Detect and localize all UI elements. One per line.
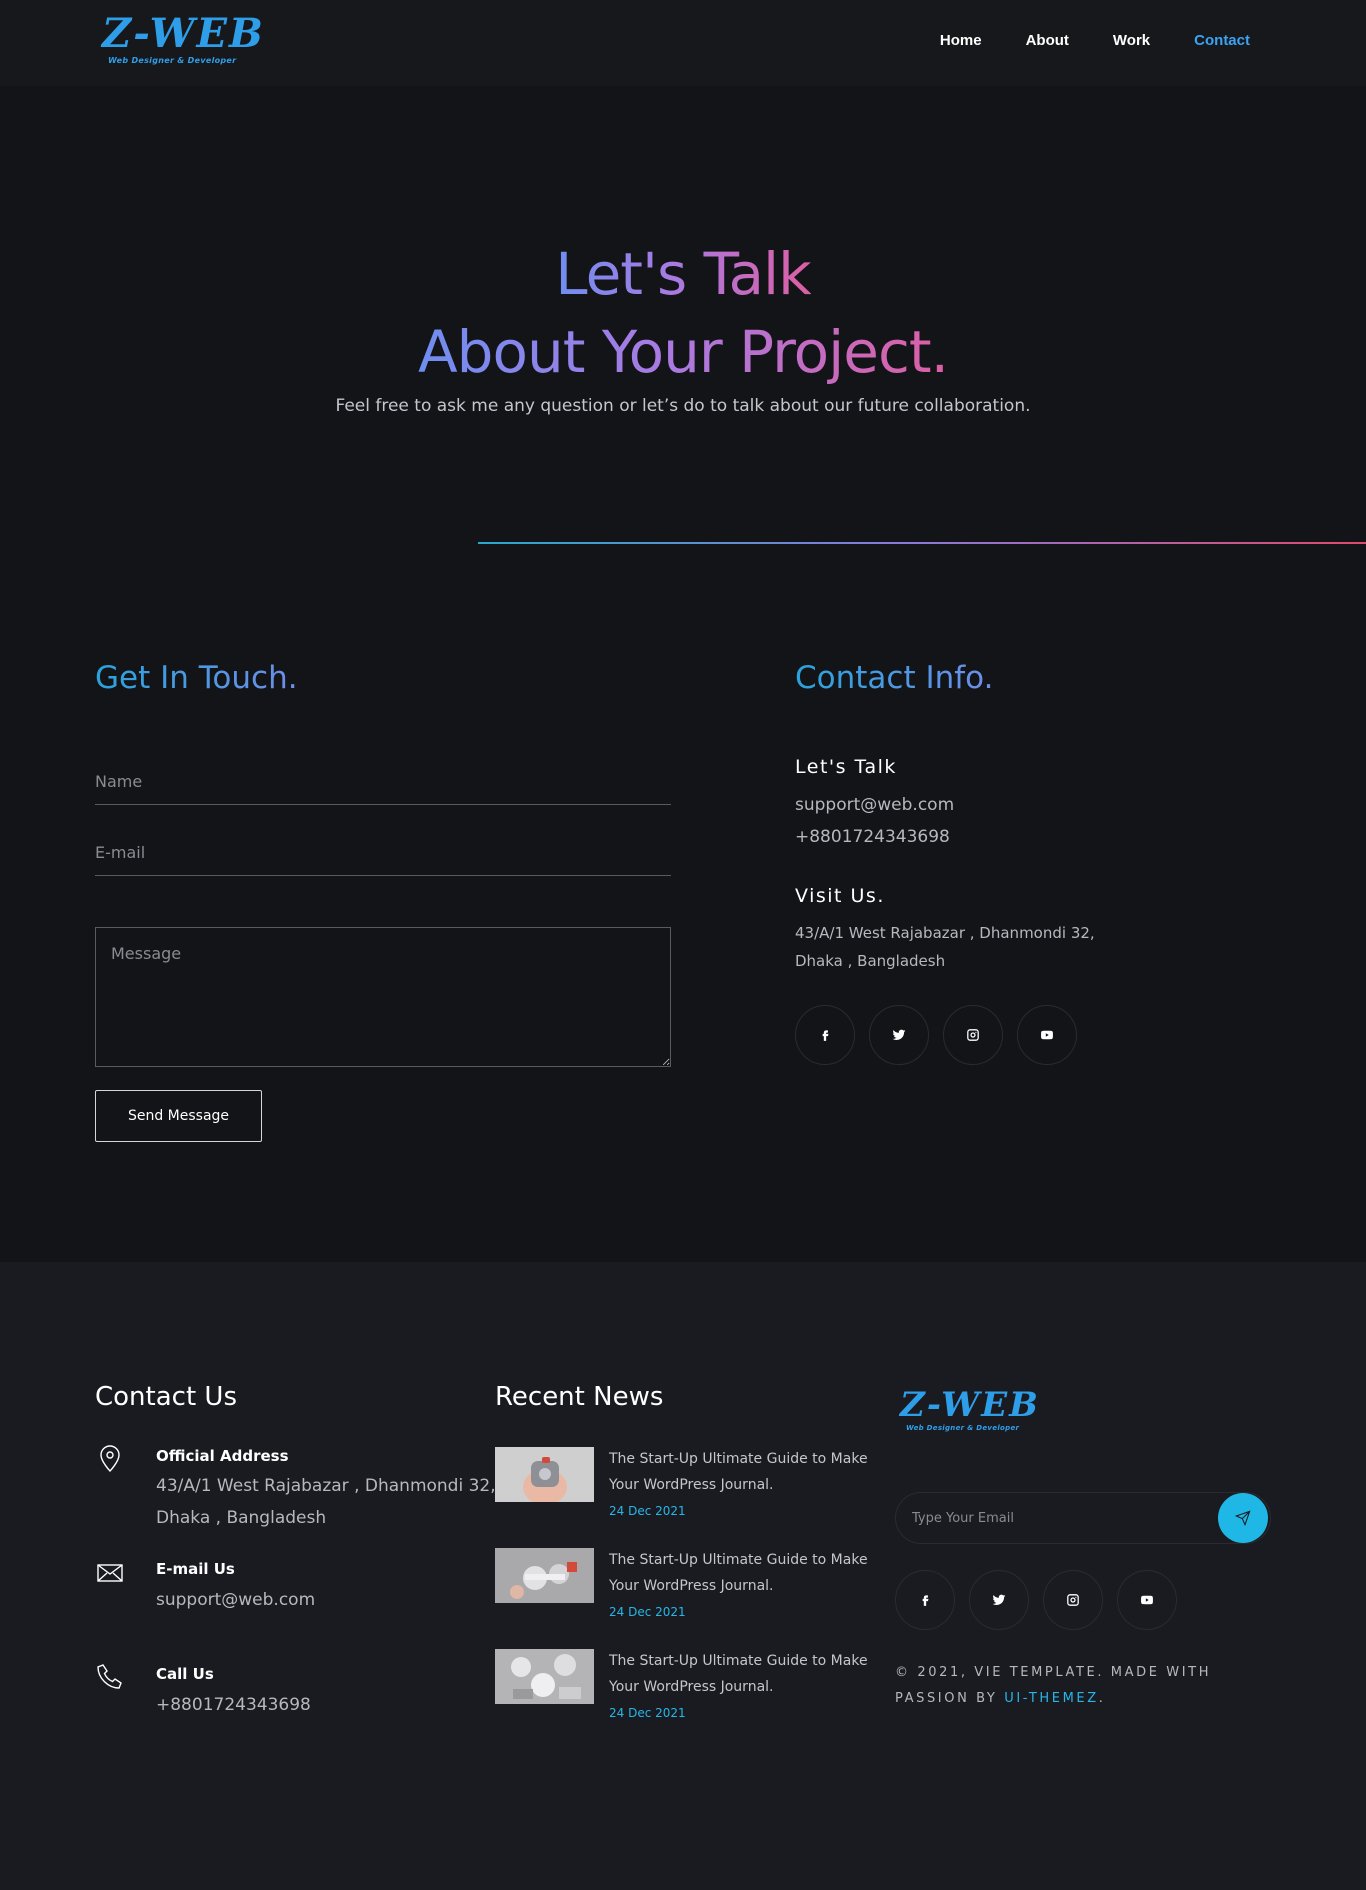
- twitter-link[interactable]: [969, 1570, 1029, 1630]
- instagram-link[interactable]: [1043, 1570, 1103, 1630]
- logo-text: Z-WEB: [102, 10, 265, 57]
- news-date: 24 Dec 2021: [609, 1504, 686, 1518]
- copyright-line1: © 2021, VIE TEMPLATE. MADE WITH: [895, 1665, 1212, 1680]
- footer-logo[interactable]: Z-WEB Web Designer & Developer: [900, 1386, 1060, 1446]
- recent-news-title: Recent News: [495, 1382, 664, 1412]
- instagram-link[interactable]: [943, 1005, 1003, 1065]
- news-title-line2[interactable]: Your WordPress Journal.: [609, 1472, 869, 1498]
- copyright-line2: PASSION BY UI-THEMEZ.: [895, 1691, 1106, 1706]
- site-logo[interactable]: Z-WEB Web Designer & Developer: [102, 12, 272, 72]
- info-phone[interactable]: +8801724343698: [795, 827, 950, 847]
- footer-social-links: [895, 1570, 1191, 1630]
- logo-tagline: Web Designer & Developer: [108, 56, 237, 65]
- send-icon: [1235, 1510, 1251, 1526]
- copyright-brand-link[interactable]: UI-THEMEZ: [1004, 1691, 1099, 1706]
- news-title-line2[interactable]: Your WordPress Journal.: [609, 1573, 869, 1599]
- nav-about[interactable]: About: [1026, 32, 1069, 49]
- footer-phone[interactable]: +8801724343698: [156, 1689, 311, 1721]
- gradient-divider: [478, 542, 1366, 544]
- facebook-icon: [922, 1595, 929, 1606]
- subscribe-button[interactable]: [1218, 1493, 1268, 1543]
- copyright: © 2021, VIE TEMPLATE. MADE WITH PASSION …: [895, 1660, 1235, 1712]
- name-input[interactable]: [95, 759, 671, 805]
- hero-subtitle: Feel free to ask me any question or let’…: [335, 396, 1031, 416]
- youtube-icon: [1041, 1030, 1053, 1040]
- twitter-link[interactable]: [869, 1005, 929, 1065]
- footer-email[interactable]: support@web.com: [156, 1584, 315, 1616]
- lets-talk-heading: Let's Talk: [795, 756, 897, 778]
- hero-title-line1: Let's Talk: [555, 240, 811, 308]
- location-icon: [95, 1443, 125, 1473]
- youtube-link[interactable]: [1117, 1570, 1177, 1630]
- twitter-icon: [992, 1594, 1006, 1606]
- subscribe-email-input[interactable]: [912, 1493, 1212, 1543]
- youtube-icon: [1141, 1595, 1153, 1605]
- email-input[interactable]: [95, 830, 671, 876]
- news-thumbnail[interactable]: [495, 1447, 594, 1502]
- news-thumbnail[interactable]: [495, 1649, 594, 1704]
- news-thumbnail[interactable]: [495, 1548, 594, 1603]
- news-title-line1[interactable]: The Start-Up Ultimate Guide to Make: [609, 1547, 869, 1573]
- footer-address-line1: 43/A/1 West Rajabazar , Dhanmondi 32,: [156, 1476, 496, 1496]
- phone-icon: [95, 1662, 125, 1692]
- instagram-icon: [967, 1029, 979, 1041]
- nav-work[interactable]: Work: [1113, 32, 1150, 49]
- facebook-link[interactable]: [895, 1570, 955, 1630]
- mail-icon: [95, 1558, 125, 1588]
- message-textarea[interactable]: [95, 927, 671, 1067]
- subscribe-form: [895, 1492, 1271, 1544]
- top-nav: Z-WEB Web Designer & Developer Home Abou…: [0, 0, 1366, 86]
- send-message-button[interactable]: Send Message: [95, 1090, 262, 1142]
- footer-address-line2: Dhaka , Bangladesh: [156, 1508, 327, 1528]
- get-in-touch-title: Get In Touch.: [95, 660, 298, 696]
- facebook-icon: [822, 1030, 829, 1041]
- official-address-label: Official Address: [156, 1447, 289, 1465]
- main-menu: Home About Work Contact: [896, 32, 1250, 49]
- nav-home[interactable]: Home: [940, 32, 982, 49]
- info-email[interactable]: support@web.com: [795, 795, 954, 815]
- call-us-label: Call Us: [156, 1665, 214, 1683]
- facebook-link[interactable]: [795, 1005, 855, 1065]
- footer-contact-title: Contact Us: [95, 1382, 237, 1412]
- news-date: 24 Dec 2021: [609, 1605, 686, 1619]
- twitter-icon: [892, 1029, 906, 1041]
- news-title-line1[interactable]: The Start-Up Ultimate Guide to Make: [609, 1648, 869, 1674]
- nav-contact[interactable]: Contact: [1194, 32, 1250, 49]
- email-us-label: E-mail Us: [156, 1560, 235, 1578]
- footer-logo-text: Z-WEB: [900, 1385, 1040, 1425]
- contact-social-links: [795, 1005, 1091, 1065]
- instagram-icon: [1067, 1594, 1079, 1606]
- footer-logo-tagline: Web Designer & Developer: [906, 1424, 1020, 1432]
- hero-title-line2: About Your Project.: [417, 318, 949, 386]
- news-title-line2[interactable]: Your WordPress Journal.: [609, 1674, 869, 1700]
- youtube-link[interactable]: [1017, 1005, 1077, 1065]
- news-date: 24 Dec 2021: [609, 1706, 686, 1720]
- info-address-line1: 43/A/1 West Rajabazar , Dhanmondi 32,: [795, 924, 1095, 942]
- news-title-line1[interactable]: The Start-Up Ultimate Guide to Make: [609, 1446, 869, 1472]
- info-address-line2: Dhaka , Bangladesh: [795, 952, 946, 970]
- visit-us-heading: Visit Us.: [795, 885, 885, 907]
- contact-info-title: Contact Info.: [795, 660, 994, 696]
